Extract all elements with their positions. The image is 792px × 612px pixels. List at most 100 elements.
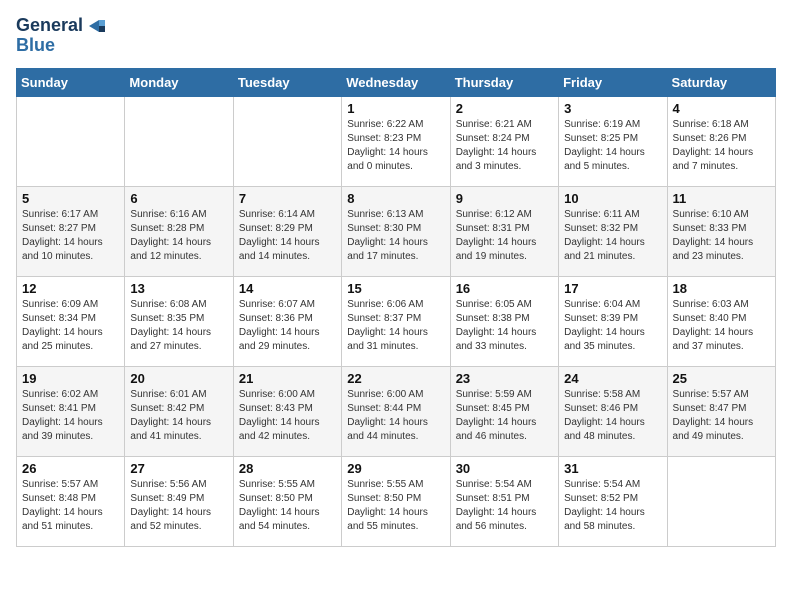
cell-content: Sunrise: 5:55 AM Sunset: 8:50 PM Dayligh…: [239, 478, 336, 534]
calendar-cell: 28 Sunrise: 5:55 AM Sunset: 8:50 PM Dayli…: [233, 456, 341, 546]
calendar-cell: 17 Sunrise: 6:04 AM Sunset: 8:39 PM Dayli…: [559, 276, 667, 366]
cell-content: Sunrise: 6:09 AM Sunset: 8:34 PM Dayligh…: [22, 298, 119, 354]
logo: General Blue: [16, 16, 105, 56]
day-header-wednesday: Wednesday: [342, 68, 450, 96]
calendar-cell: 27 Sunrise: 5:56 AM Sunset: 8:49 PM Dayli…: [125, 456, 233, 546]
calendar-cell: 10 Sunrise: 6:11 AM Sunset: 8:32 PM Dayli…: [559, 186, 667, 276]
calendar-cell: [125, 96, 233, 186]
logo-general: General: [16, 16, 83, 36]
cell-content: Sunrise: 6:19 AM Sunset: 8:25 PM Dayligh…: [564, 118, 661, 174]
calendar-week-5: 26 Sunrise: 5:57 AM Sunset: 8:48 PM Dayli…: [17, 456, 776, 546]
calendar-cell: 21 Sunrise: 6:00 AM Sunset: 8:43 PM Dayli…: [233, 366, 341, 456]
calendar-cell: 2 Sunrise: 6:21 AM Sunset: 8:24 PM Daylig…: [450, 96, 558, 186]
day-number: 7: [239, 191, 336, 206]
cell-content: Sunrise: 5:56 AM Sunset: 8:49 PM Dayligh…: [130, 478, 227, 534]
day-number: 29: [347, 461, 444, 476]
calendar-cell: 8 Sunrise: 6:13 AM Sunset: 8:30 PM Daylig…: [342, 186, 450, 276]
day-number: 17: [564, 281, 661, 296]
calendar-cell: 19 Sunrise: 6:02 AM Sunset: 8:41 PM Dayli…: [17, 366, 125, 456]
cell-content: Sunrise: 5:58 AM Sunset: 8:46 PM Dayligh…: [564, 388, 661, 444]
cell-content: Sunrise: 5:59 AM Sunset: 8:45 PM Dayligh…: [456, 388, 553, 444]
day-header-thursday: Thursday: [450, 68, 558, 96]
calendar-cell: 16 Sunrise: 6:05 AM Sunset: 8:38 PM Dayli…: [450, 276, 558, 366]
calendar-cell: 5 Sunrise: 6:17 AM Sunset: 8:27 PM Daylig…: [17, 186, 125, 276]
cell-content: Sunrise: 6:16 AM Sunset: 8:28 PM Dayligh…: [130, 208, 227, 264]
cell-content: Sunrise: 5:55 AM Sunset: 8:50 PM Dayligh…: [347, 478, 444, 534]
calendar-cell: 18 Sunrise: 6:03 AM Sunset: 8:40 PM Dayli…: [667, 276, 775, 366]
calendar-week-1: 1 Sunrise: 6:22 AM Sunset: 8:23 PM Daylig…: [17, 96, 776, 186]
calendar-cell: 1 Sunrise: 6:22 AM Sunset: 8:23 PM Daylig…: [342, 96, 450, 186]
calendar-cell: 26 Sunrise: 5:57 AM Sunset: 8:48 PM Dayli…: [17, 456, 125, 546]
cell-content: Sunrise: 6:04 AM Sunset: 8:39 PM Dayligh…: [564, 298, 661, 354]
day-header-monday: Monday: [125, 68, 233, 96]
calendar-cell: 23Sunrise: 5:59 AM Sunset: 8:45 PM Dayli…: [450, 366, 558, 456]
calendar-cell: 4Sunrise: 6:18 AM Sunset: 8:26 PM Daylig…: [667, 96, 775, 186]
cell-content: Sunrise: 6:00 AM Sunset: 8:43 PM Dayligh…: [239, 388, 336, 444]
cell-content: Sunrise: 6:17 AM Sunset: 8:27 PM Dayligh…: [22, 208, 119, 264]
calendar-cell: 31Sunrise: 5:54 AM Sunset: 8:52 PM Dayli…: [559, 456, 667, 546]
cell-content: Sunrise: 5:54 AM Sunset: 8:51 PM Dayligh…: [456, 478, 553, 534]
day-number: 20: [130, 371, 227, 386]
calendar-cell: 9 Sunrise: 6:12 AM Sunset: 8:31 PM Daylig…: [450, 186, 558, 276]
day-number: 10: [564, 191, 661, 206]
cell-content: Sunrise: 5:57 AM Sunset: 8:48 PM Dayligh…: [22, 478, 119, 534]
day-number: 22: [347, 371, 444, 386]
day-number: 2: [456, 101, 553, 116]
logo-arrow-icon: [85, 16, 105, 36]
day-number: 21: [239, 371, 336, 386]
day-number: 24: [564, 371, 661, 386]
cell-content: Sunrise: 6:11 AM Sunset: 8:32 PM Dayligh…: [564, 208, 661, 264]
cell-content: Sunrise: 6:22 AM Sunset: 8:23 PM Dayligh…: [347, 118, 444, 174]
day-number: 26: [22, 461, 119, 476]
calendar-week-3: 12 Sunrise: 6:09 AM Sunset: 8:34 PM Dayli…: [17, 276, 776, 366]
day-number: 28: [239, 461, 336, 476]
calendar-cell: 6 Sunrise: 6:16 AM Sunset: 8:28 PM Daylig…: [125, 186, 233, 276]
calendar-cell: 24 Sunrise: 5:58 AM Sunset: 8:46 PM Dayli…: [559, 366, 667, 456]
calendar-cell: 7 Sunrise: 6:14 AM Sunset: 8:29 PM Daylig…: [233, 186, 341, 276]
day-number: 14: [239, 281, 336, 296]
calendar-cell: 12 Sunrise: 6:09 AM Sunset: 8:34 PM Dayli…: [17, 276, 125, 366]
calendar-week-4: 19 Sunrise: 6:02 AM Sunset: 8:41 PM Dayli…: [17, 366, 776, 456]
cell-content: Sunrise: 6:05 AM Sunset: 8:38 PM Dayligh…: [456, 298, 553, 354]
calendar-cell: 15Sunrise: 6:06 AM Sunset: 8:37 PM Dayli…: [342, 276, 450, 366]
day-header-friday: Friday: [559, 68, 667, 96]
day-number: 12: [22, 281, 119, 296]
day-number: 9: [456, 191, 553, 206]
calendar-header-row: SundayMondayTuesdayWednesdayThursdayFrid…: [17, 68, 776, 96]
calendar-cell: 29 Sunrise: 5:55 AM Sunset: 8:50 PM Dayli…: [342, 456, 450, 546]
calendar-body: 1 Sunrise: 6:22 AM Sunset: 8:23 PM Daylig…: [17, 96, 776, 546]
calendar-cell: 11Sunrise: 6:10 AM Sunset: 8:33 PM Dayli…: [667, 186, 775, 276]
page-header: General Blue: [16, 16, 776, 56]
calendar-table: SundayMondayTuesdayWednesdayThursdayFrid…: [16, 68, 776, 547]
day-number: 5: [22, 191, 119, 206]
cell-content: Sunrise: 6:02 AM Sunset: 8:41 PM Dayligh…: [22, 388, 119, 444]
day-number: 31: [564, 461, 661, 476]
cell-content: Sunrise: 5:57 AM Sunset: 8:47 PM Dayligh…: [673, 388, 770, 444]
cell-content: Sunrise: 6:14 AM Sunset: 8:29 PM Dayligh…: [239, 208, 336, 264]
calendar-cell: 20Sunrise: 6:01 AM Sunset: 8:42 PM Dayli…: [125, 366, 233, 456]
calendar-cell: [233, 96, 341, 186]
day-number: 4: [673, 101, 770, 116]
day-number: 18: [673, 281, 770, 296]
cell-content: Sunrise: 6:13 AM Sunset: 8:30 PM Dayligh…: [347, 208, 444, 264]
calendar-cell: [667, 456, 775, 546]
cell-content: Sunrise: 6:07 AM Sunset: 8:36 PM Dayligh…: [239, 298, 336, 354]
cell-content: Sunrise: 6:21 AM Sunset: 8:24 PM Dayligh…: [456, 118, 553, 174]
day-number: 27: [130, 461, 227, 476]
day-number: 15: [347, 281, 444, 296]
day-number: 19: [22, 371, 119, 386]
cell-content: Sunrise: 6:08 AM Sunset: 8:35 PM Dayligh…: [130, 298, 227, 354]
day-number: 6: [130, 191, 227, 206]
day-number: 8: [347, 191, 444, 206]
day-number: 16: [456, 281, 553, 296]
day-number: 11: [673, 191, 770, 206]
cell-content: Sunrise: 6:03 AM Sunset: 8:40 PM Dayligh…: [673, 298, 770, 354]
calendar-cell: 30Sunrise: 5:54 AM Sunset: 8:51 PM Dayli…: [450, 456, 558, 546]
calendar-cell: 13 Sunrise: 6:08 AM Sunset: 8:35 PM Dayli…: [125, 276, 233, 366]
cell-content: Sunrise: 6:12 AM Sunset: 8:31 PM Dayligh…: [456, 208, 553, 264]
calendar-cell: 25Sunrise: 5:57 AM Sunset: 8:47 PM Dayli…: [667, 366, 775, 456]
day-number: 13: [130, 281, 227, 296]
day-number: 3: [564, 101, 661, 116]
cell-content: Sunrise: 6:00 AM Sunset: 8:44 PM Dayligh…: [347, 388, 444, 444]
day-number: 1: [347, 101, 444, 116]
